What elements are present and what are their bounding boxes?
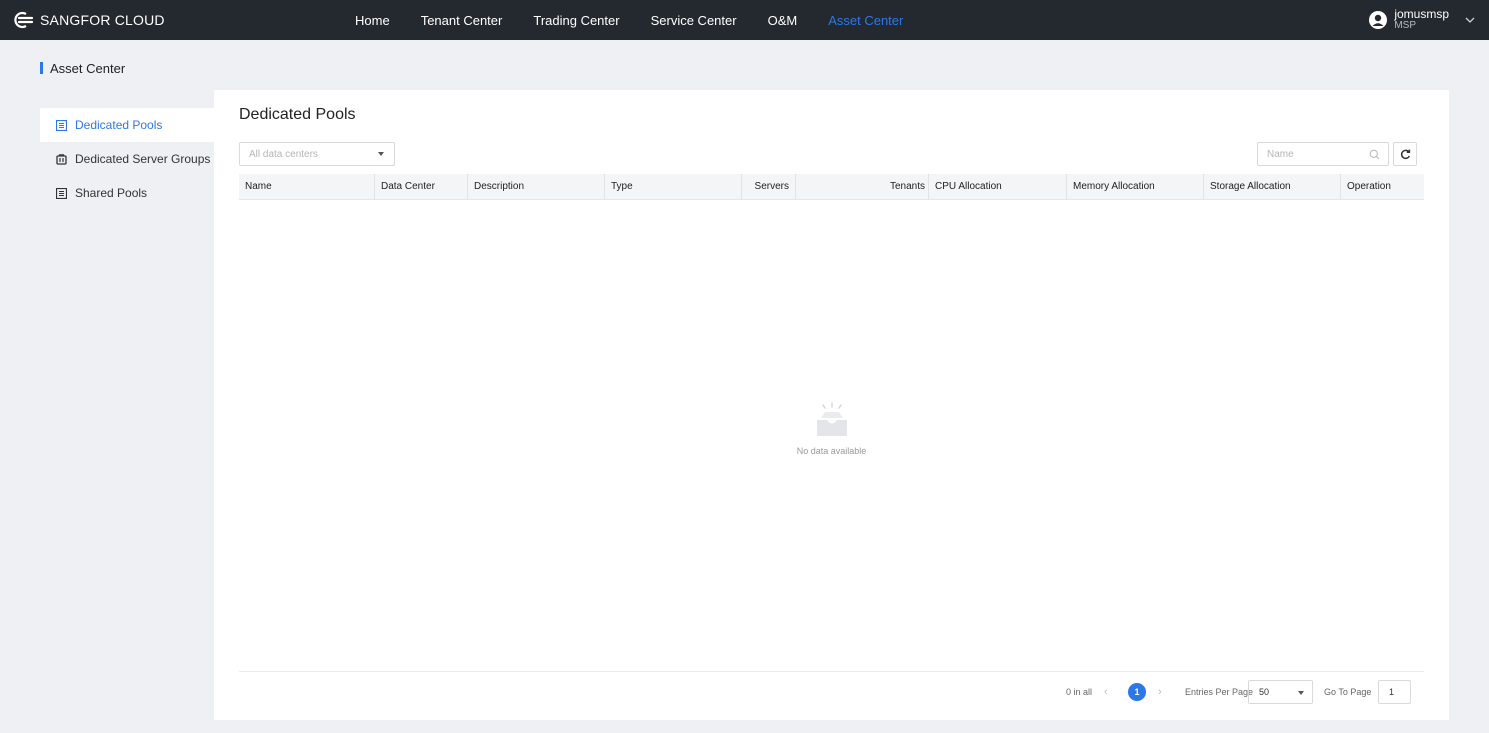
column-header-cpu-allocation[interactable]: CPU Allocation: [928, 174, 1066, 200]
main-nav: Home Tenant Center Trading Center Servic…: [355, 0, 934, 40]
table-header: Name Data Center Description Type Server…: [239, 174, 1424, 200]
entries-per-page-label: Entries Per Page: [1185, 687, 1254, 697]
column-header-servers[interactable]: Servers: [741, 174, 795, 200]
top-bar: SANGFOR CLOUD Home Tenant Center Trading…: [0, 0, 1489, 40]
go-to-page-input[interactable]: 1: [1378, 680, 1411, 704]
go-to-page-value: 1: [1389, 687, 1395, 697]
refresh-icon: [1400, 149, 1410, 159]
column-header-name[interactable]: Name: [239, 174, 374, 200]
page-button-current[interactable]: 1: [1128, 683, 1146, 701]
divider: [239, 671, 1424, 672]
server-group-icon: [56, 153, 67, 165]
chevron-left-icon[interactable]: ‹: [1104, 680, 1108, 704]
user-name: jomusmsp: [1394, 7, 1449, 21]
brand-logo[interactable]: SANGFOR CLOUD: [12, 0, 165, 40]
empty-state: No data available: [214, 400, 1449, 456]
page-title: Dedicated Pools: [239, 106, 356, 123]
caret-down-icon: [1298, 691, 1304, 695]
sangfor-logo-icon: [14, 11, 34, 29]
avatar-icon: [1369, 11, 1388, 29]
entries-per-page-select[interactable]: 50: [1248, 680, 1313, 704]
chevron-right-icon[interactable]: ›: [1158, 680, 1162, 704]
sidebar-item-shared-pools[interactable]: Shared Pools: [40, 176, 214, 210]
sidebar-item-label: Dedicated Pools: [75, 118, 163, 132]
sidebar-item-label: Dedicated Server Groups: [75, 152, 211, 166]
search-input[interactable]: [1267, 144, 1367, 164]
nav-home[interactable]: Home: [355, 13, 390, 28]
chevron-down-icon[interactable]: [1465, 17, 1475, 23]
breadcrumb: Asset Center: [40, 60, 125, 76]
column-header-memory-allocation[interactable]: Memory Allocation: [1066, 174, 1203, 200]
main-panel: Dedicated Pools All data centers Name Da…: [214, 90, 1449, 720]
column-header-operation: Operation: [1340, 174, 1424, 200]
empty-inbox-icon: [816, 402, 847, 436]
section-marker: [40, 62, 43, 74]
nav-service-center[interactable]: Service Center: [651, 13, 737, 28]
brand-name: SANGFOR CLOUD: [40, 12, 165, 28]
column-header-data-center[interactable]: Data Center: [374, 174, 467, 200]
datacenter-select[interactable]: All data centers: [239, 142, 395, 166]
empty-message: No data available: [796, 446, 867, 456]
column-header-description[interactable]: Description: [467, 174, 604, 200]
nav-asset-center[interactable]: Asset Center: [828, 13, 903, 28]
section-title: Asset Center: [50, 60, 126, 76]
entries-per-page-value: 50: [1259, 687, 1270, 697]
sidebar-item-dedicated-pools[interactable]: Dedicated Pools: [40, 108, 214, 142]
column-header-storage-allocation[interactable]: Storage Allocation: [1203, 174, 1340, 200]
search-icon[interactable]: [1369, 149, 1380, 160]
total-count: 0 in all: [1066, 687, 1093, 697]
column-header-tenants[interactable]: Tenants: [795, 174, 931, 200]
caret-down-icon: [378, 152, 384, 156]
nav-om[interactable]: O&M: [768, 13, 798, 28]
datacenter-select-placeholder: All data centers: [249, 148, 318, 160]
user-role: MSP: [1394, 20, 1416, 31]
sidebar-item-label: Shared Pools: [75, 186, 148, 200]
nav-tenant-center[interactable]: Tenant Center: [421, 13, 503, 28]
pool-icon: [56, 187, 67, 199]
search-box: [1257, 142, 1389, 166]
pagination: 0 in all ‹ 1 › Entries Per Page 50 Go To…: [214, 680, 1449, 704]
sidebar: Dedicated Pools Dedicated Server Groups …: [40, 90, 214, 720]
column-header-type[interactable]: Type: [604, 174, 741, 200]
sidebar-item-dedicated-server-groups[interactable]: Dedicated Server Groups: [40, 142, 214, 176]
nav-trading-center[interactable]: Trading Center: [533, 13, 619, 28]
user-menu[interactable]: jomusmsp MSP: [1368, 0, 1475, 40]
pool-icon: [56, 119, 67, 131]
go-to-page-label: Go To Page: [1324, 687, 1372, 697]
refresh-button[interactable]: [1393, 142, 1417, 166]
